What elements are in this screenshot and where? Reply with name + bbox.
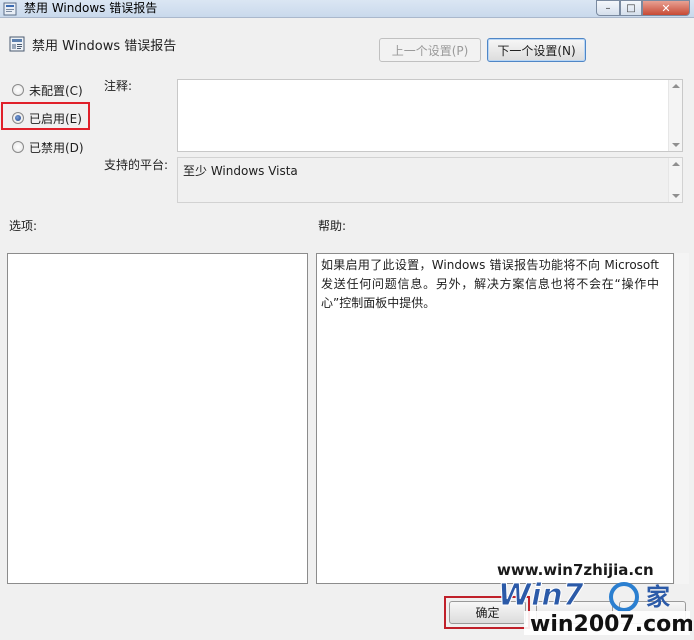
radio-disabled[interactable]: 已禁用(D) bbox=[12, 139, 84, 155]
scroll-arrow-icon[interactable] bbox=[672, 84, 680, 88]
policy-icon bbox=[9, 36, 25, 52]
watermark-logo-text: win2007.com bbox=[530, 612, 692, 637]
options-pane bbox=[7, 253, 308, 584]
window-controls: – □ ✕ bbox=[596, 0, 694, 16]
radio-icon[interactable] bbox=[12, 141, 24, 153]
help-pane: 如果启用了此设置，Windows 错误报告功能将不向 Microsoft 发送任… bbox=[316, 253, 674, 584]
watermark-logo: Win7 家 win2007.com bbox=[498, 578, 693, 638]
window-close-icon[interactable]: ✕ bbox=[642, 0, 690, 16]
comment-scrollbar[interactable] bbox=[668, 80, 682, 151]
svg-text:Win7: Win7 bbox=[498, 578, 584, 613]
window-title: 禁用 Windows 错误报告 bbox=[24, 1, 158, 15]
radio-label: 未配置(C) bbox=[29, 83, 83, 98]
minimize-icon[interactable]: – bbox=[596, 0, 620, 16]
radio-label: 已禁用(D) bbox=[29, 140, 84, 155]
app-icon bbox=[3, 2, 17, 16]
radio-not-configured[interactable]: 未配置(C) bbox=[12, 82, 83, 98]
help-label: 帮助: bbox=[318, 219, 347, 233]
scroll-arrow-icon[interactable] bbox=[672, 143, 680, 147]
platform-label: 支持的平台: bbox=[104, 158, 169, 172]
help-scrollbar[interactable] bbox=[675, 253, 689, 584]
svg-text:家: 家 bbox=[646, 583, 670, 611]
comment-textarea[interactable] bbox=[177, 79, 683, 152]
policy-title: 禁用 Windows 错误报告 bbox=[32, 39, 177, 54]
options-label: 选项: bbox=[9, 219, 38, 233]
next-setting-button[interactable]: 下一个设置(N) bbox=[487, 38, 586, 62]
previous-setting-button[interactable]: 上一个设置(P) bbox=[379, 38, 481, 62]
radio-icon[interactable] bbox=[12, 84, 24, 96]
maximize-icon[interactable]: □ bbox=[620, 0, 642, 16]
enabled-highlight-box bbox=[1, 102, 90, 130]
help-text: 如果启用了此设置，Windows 错误报告功能将不向 Microsoft 发送任… bbox=[321, 258, 659, 310]
platform-value: 至少 Windows Vista bbox=[183, 164, 298, 178]
comment-label: 注释: bbox=[104, 79, 133, 93]
scroll-arrow-icon[interactable] bbox=[672, 194, 680, 198]
platform-scrollbar[interactable] bbox=[668, 158, 682, 202]
scroll-arrow-icon[interactable] bbox=[672, 162, 680, 166]
platform-field: 至少 Windows Vista bbox=[177, 157, 683, 203]
